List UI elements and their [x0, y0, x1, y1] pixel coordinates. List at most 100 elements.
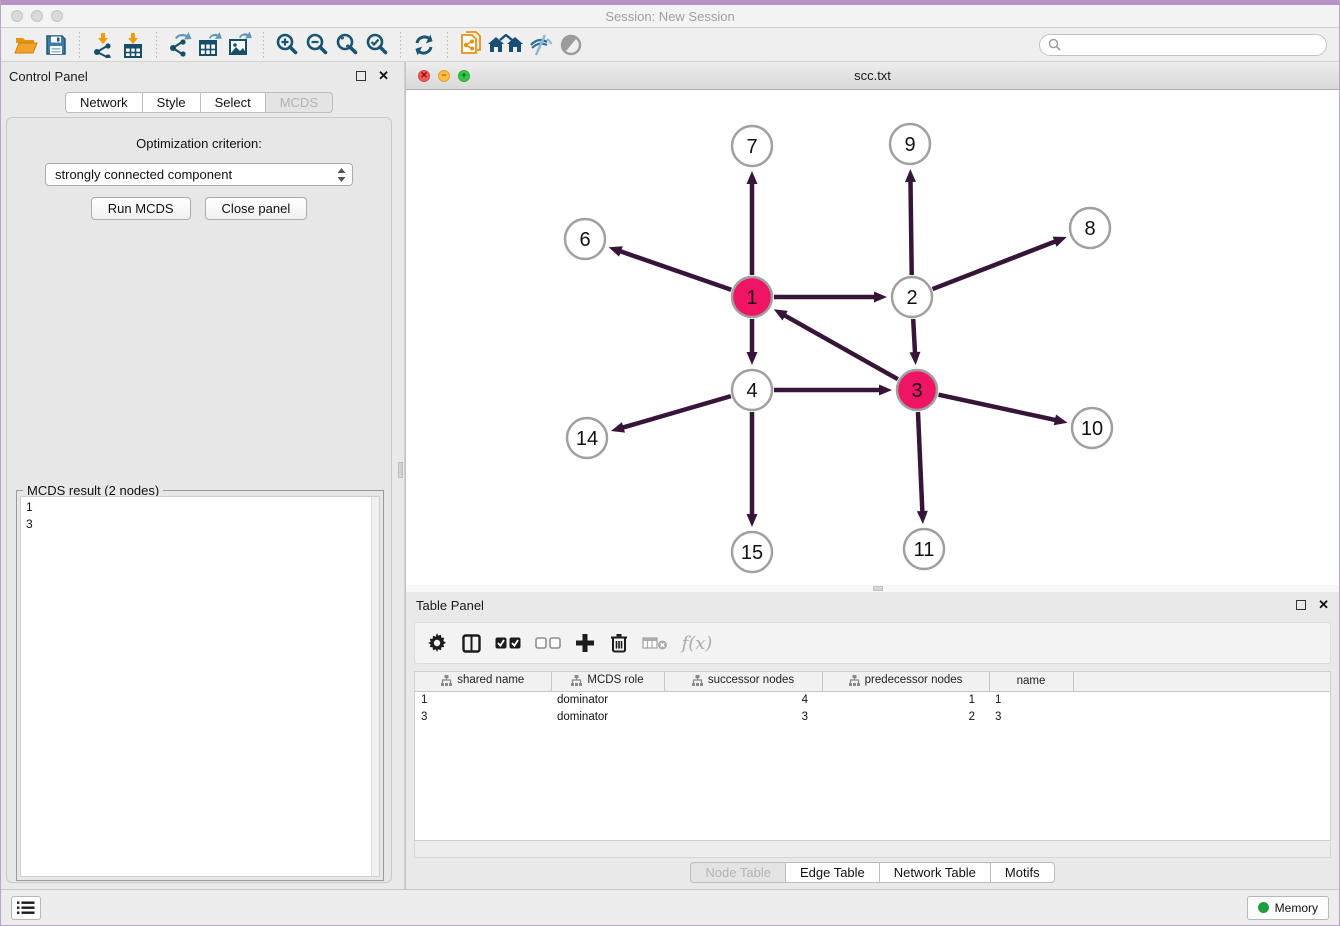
- optimization-criterion-select[interactable]: strongly connected component: [45, 163, 353, 186]
- memory-button[interactable]: Memory: [1247, 896, 1329, 920]
- edge-2-9[interactable]: [910, 180, 911, 275]
- network-bottom-strip: [406, 585, 1339, 592]
- network-maximize-button[interactable]: +: [458, 70, 470, 82]
- deselect-all-checkboxes-icon[interactable]: [531, 628, 565, 658]
- table-cell[interactable]: 1: [822, 691, 989, 708]
- select-all-checkboxes-icon[interactable]: [491, 628, 525, 658]
- run-mcds-button[interactable]: Run MCDS: [91, 197, 191, 220]
- close-panel-button[interactable]: Close panel: [205, 197, 308, 220]
- save-session-icon[interactable]: [41, 31, 71, 59]
- table-cell[interactable]: dominator: [551, 708, 664, 725]
- zoom-out-icon[interactable]: [302, 31, 332, 59]
- refresh-layout-icon[interactable]: [409, 31, 439, 59]
- edge-3-11[interactable]: [918, 412, 922, 513]
- node-table[interactable]: shared nameMCDS role successor nodes prede…: [414, 671, 1331, 841]
- column-header-successor-nodes[interactable]: successor nodes: [664, 672, 822, 691]
- add-column-icon[interactable]: [571, 628, 599, 658]
- edge-3-1[interactable]: [783, 315, 897, 380]
- float-table-panel-icon[interactable]: [1296, 600, 1306, 610]
- table-cell[interactable]: 3: [989, 708, 1073, 725]
- table-cell[interactable]: 1: [989, 691, 1073, 708]
- tab-network[interactable]: Network: [65, 92, 142, 113]
- edge-arrowhead: [611, 422, 625, 433]
- select-chevrons-icon: [337, 168, 346, 182]
- network-canvas[interactable]: 7968124314101511: [406, 90, 1339, 585]
- table-cell[interactable]: 4: [664, 691, 822, 708]
- network-minimize-button[interactable]: −: [438, 70, 450, 82]
- mcds-result-area[interactable]: 1 3: [20, 496, 380, 877]
- search-icon: [1048, 38, 1061, 51]
- tab-select[interactable]: Select: [200, 92, 265, 113]
- network-close-button[interactable]: ✕: [418, 70, 430, 82]
- control-panel: Control Panel ✕ NetworkStyleSelectMCDS O…: [1, 62, 397, 889]
- edge-2-3[interactable]: [913, 319, 915, 354]
- edge-arrowhead: [917, 511, 928, 524]
- table-panel-title: Table Panel: [416, 598, 484, 613]
- column-header-predecessor-nodes[interactable]: predecessor nodes: [822, 672, 989, 691]
- edge-1-6[interactable]: [619, 251, 731, 290]
- table-cell[interactable]: 3: [664, 708, 822, 725]
- right-column: ✕ − + scc.txt 7968124314101511 Table Pan…: [405, 62, 1339, 889]
- delete-column-icon[interactable]: [605, 628, 633, 658]
- column-type-icon: [692, 675, 703, 686]
- network-graph[interactable]: 7968124314101511: [406, 90, 1339, 585]
- table-tab-edge-table[interactable]: Edge Table: [785, 862, 879, 883]
- zoom-in-icon[interactable]: [272, 31, 302, 59]
- edge-2-8[interactable]: [933, 241, 1057, 289]
- edge-4-14[interactable]: [622, 396, 731, 428]
- zoom-selected-icon[interactable]: [362, 31, 392, 59]
- export-image-icon[interactable]: [225, 31, 255, 59]
- tab-style[interactable]: Style: [142, 92, 200, 113]
- task-history-button[interactable]: [11, 896, 41, 920]
- graph-node-label-3: 3: [911, 380, 922, 402]
- tab-mcds[interactable]: MCDS: [265, 92, 333, 113]
- export-network-icon[interactable]: [165, 31, 195, 59]
- graph-node-label-8: 8: [1084, 218, 1095, 240]
- table-scrollbar[interactable]: [414, 841, 1331, 858]
- import-network-icon[interactable]: [88, 31, 118, 59]
- close-panel-icon[interactable]: ✕: [378, 71, 389, 81]
- show-hidden-icon[interactable]: [556, 31, 586, 59]
- column-type-icon: [849, 675, 860, 686]
- column-header-MCDS-role[interactable]: MCDS role: [551, 672, 664, 691]
- table-tab-network-table[interactable]: Network Table: [879, 862, 990, 883]
- graph-node-label-11: 11: [914, 539, 935, 561]
- network-title: scc.txt: [406, 68, 1339, 83]
- application-window: Session: New Session: [0, 0, 1340, 926]
- table-tab-motifs[interactable]: Motifs: [990, 862, 1055, 883]
- column-header-shared-name[interactable]: shared name: [415, 672, 551, 691]
- toolbar-separator: [400, 32, 401, 58]
- table-cell[interactable]: dominator: [551, 691, 664, 708]
- network-resize-grip[interactable]: [873, 586, 883, 591]
- search-input[interactable]: [1066, 38, 1318, 52]
- splitter-grip[interactable]: [398, 462, 403, 478]
- graph-node-label-4: 4: [746, 380, 757, 402]
- duplicate-network-icon[interactable]: [456, 31, 486, 59]
- table-row[interactable]: 1dominator411: [415, 691, 1330, 708]
- first-neighbors-icon[interactable]: [486, 31, 526, 59]
- table-panel-header: Table Panel ✕: [406, 592, 1339, 618]
- fx-label: f(x): [682, 633, 713, 654]
- show-columns-icon[interactable]: [457, 628, 485, 658]
- edge-3-10[interactable]: [938, 395, 1056, 421]
- zoom-fit-icon[interactable]: [332, 31, 362, 59]
- table-cell[interactable]: 3: [415, 708, 551, 725]
- table-tab-node-table[interactable]: Node Table: [690, 862, 785, 883]
- toolbar-search[interactable]: [1039, 34, 1327, 56]
- column-header-label: successor nodes: [708, 674, 794, 686]
- panel-splitter[interactable]: [397, 62, 405, 889]
- hide-selected-icon[interactable]: [526, 31, 556, 59]
- open-session-icon[interactable]: [11, 31, 41, 59]
- close-table-panel-icon[interactable]: ✕: [1318, 600, 1329, 610]
- table-row[interactable]: 3dominator323: [415, 708, 1330, 725]
- settings-gear-icon[interactable]: [423, 628, 451, 658]
- import-table-icon[interactable]: [118, 31, 148, 59]
- table-cell[interactable]: 1: [415, 691, 551, 708]
- column-header-name[interactable]: name: [989, 672, 1073, 691]
- result-scrollbar[interactable]: [371, 497, 379, 876]
- export-table-icon[interactable]: [195, 31, 225, 59]
- float-panel-icon[interactable]: [356, 71, 366, 81]
- table-cell[interactable]: 2: [822, 708, 989, 725]
- graph-node-label-2: 2: [906, 287, 917, 309]
- graph-node-label-9: 9: [904, 134, 915, 156]
